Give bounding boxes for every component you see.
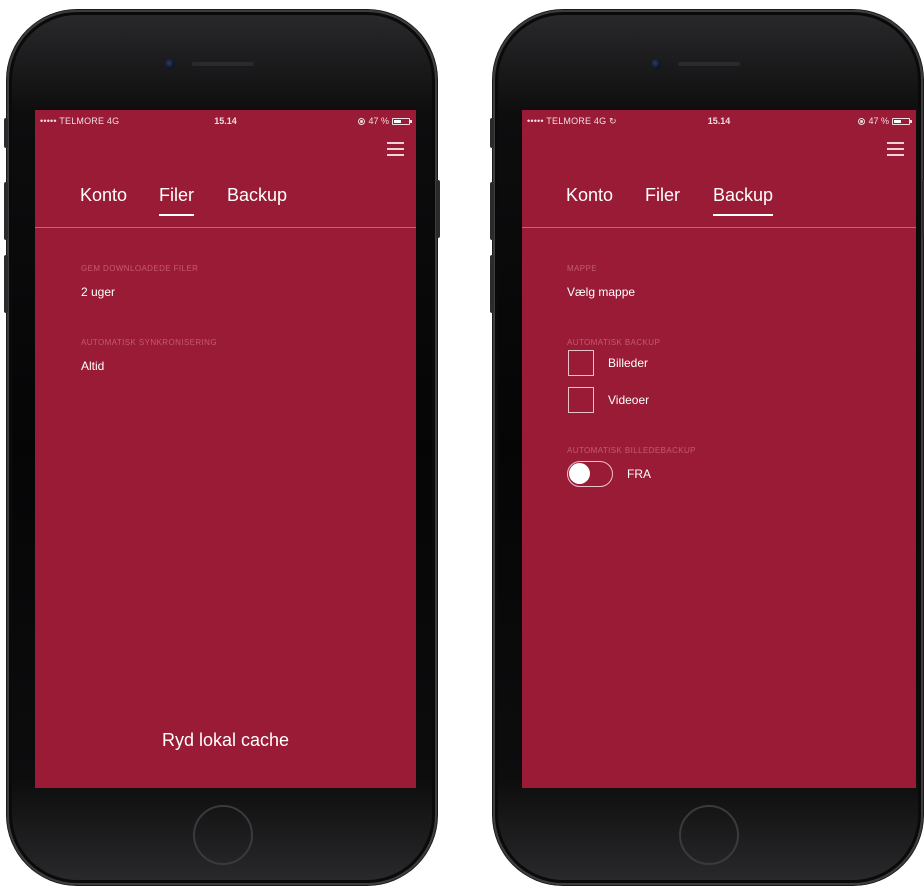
status-right: 47 % [358, 116, 412, 126]
photo-backup-state: FRA [627, 467, 651, 481]
photos-checkbox-row[interactable]: Billeder [568, 350, 648, 376]
auto-sync-value[interactable]: Altid [81, 359, 104, 373]
photo-backup-label: AUTOMATISK BILLEDEBACKUP [567, 446, 696, 455]
tab-konto[interactable]: Konto [80, 182, 127, 226]
status-bar: ••••• TELMORE 4G ↻ 15.14 47 % [522, 113, 916, 129]
videos-checkbox-label: Videoer [608, 393, 650, 407]
home-button [193, 805, 253, 865]
volume-up-button [4, 182, 8, 240]
photo-backup-toggle-row[interactable]: FRA [567, 461, 651, 487]
phone-files: ••••• TELMORE 4G 15.14 47 % Konto Filer … [4, 10, 440, 885]
battery-percent: 47 % [868, 116, 889, 126]
power-button [436, 180, 440, 238]
tab-konto[interactable]: Konto [566, 182, 613, 226]
battery-icon [892, 117, 912, 125]
auto-backup-label: AUTOMATISK BACKUP [567, 338, 661, 347]
download-files-value[interactable]: 2 uger [81, 285, 115, 299]
front-camera [651, 59, 661, 69]
hamburger-menu-icon[interactable] [887, 142, 904, 156]
backup-screen: ••••• TELMORE 4G ↻ 15.14 47 % Konto File… [522, 110, 916, 788]
phone-backup: ••••• TELMORE 4G ↻ 15.14 47 % Konto File… [490, 10, 924, 885]
volume-down-button [4, 255, 8, 313]
tab-bar: Konto Filer Backup [522, 182, 916, 228]
location-icon [858, 117, 866, 125]
tab-bar: Konto Filer Backup [35, 182, 416, 228]
stage: ••••• TELMORE 4G 15.14 47 % Konto Filer … [0, 0, 924, 889]
earpiece [192, 62, 254, 66]
volume-up-button [490, 182, 494, 240]
download-files-label: GEM DOWNLOADEDE FILER [81, 264, 199, 273]
mute-switch [490, 118, 494, 148]
videos-checkbox[interactable] [568, 387, 594, 413]
front-camera [165, 59, 175, 69]
tab-backup[interactable]: Backup [713, 182, 774, 226]
battery-percent: 47 % [368, 116, 389, 126]
volume-down-button [490, 255, 494, 313]
folder-label: MAPPE [567, 264, 598, 273]
home-button [679, 805, 739, 865]
videos-checkbox-row[interactable]: Videoer [568, 387, 649, 413]
files-screen: ••••• TELMORE 4G 15.14 47 % Konto Filer … [35, 110, 416, 788]
tab-filer[interactable]: Filer [159, 182, 194, 226]
choose-folder-value[interactable]: Vælg mappe [567, 285, 635, 299]
auto-sync-label: AUTOMATISK SYNKRONISERING [81, 338, 217, 347]
photos-checkbox[interactable] [568, 350, 594, 376]
photo-backup-toggle[interactable] [567, 461, 613, 487]
hamburger-menu-icon[interactable] [387, 142, 404, 156]
earpiece [678, 62, 740, 66]
clock: 15.14 [707, 116, 731, 126]
battery-icon [392, 117, 412, 125]
tab-backup[interactable]: Backup [227, 182, 287, 226]
clear-cache-button[interactable]: Ryd lokal cache [35, 730, 416, 751]
mute-switch [4, 118, 8, 148]
location-icon [358, 117, 366, 125]
photos-checkbox-label: Billeder [608, 356, 649, 370]
status-right: 47 % [858, 116, 912, 126]
tab-filer[interactable]: Filer [645, 182, 680, 226]
status-bar: ••••• TELMORE 4G 15.14 47 % [35, 113, 416, 129]
toggle-knob [569, 463, 590, 484]
